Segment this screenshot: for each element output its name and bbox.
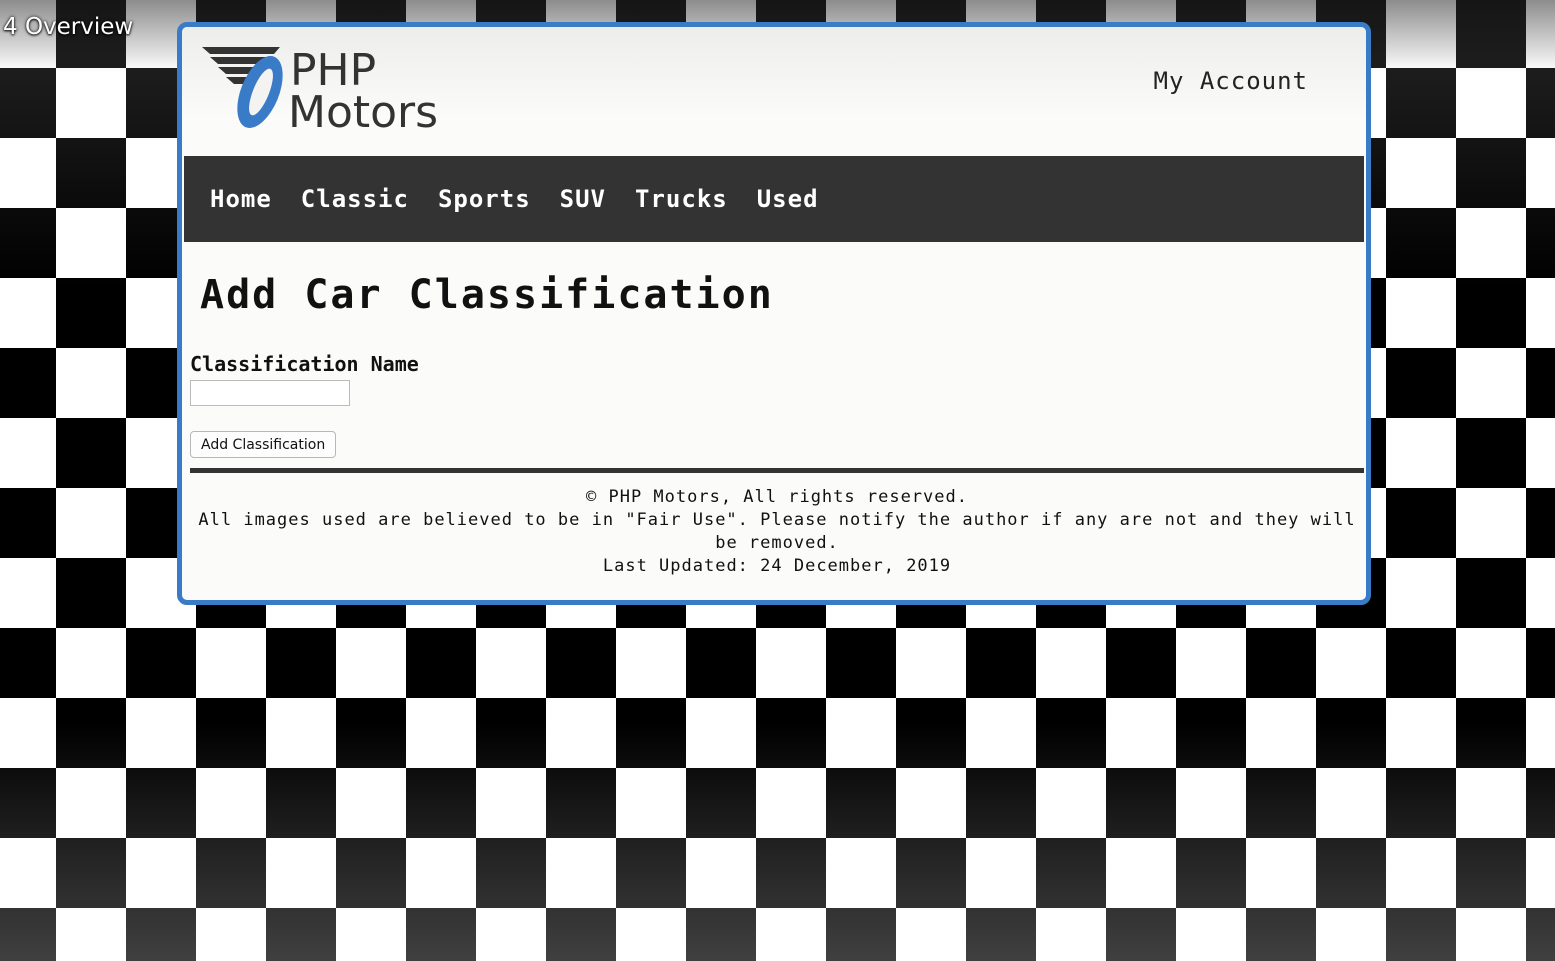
svg-text:Motors: Motors (288, 87, 438, 133)
site-header: PHP Motors My Account (182, 27, 1366, 156)
my-account-link[interactable]: My Account (1154, 67, 1309, 95)
nav-item-used[interactable]: Used (757, 185, 819, 213)
site-footer: © PHP Motors, All rights reserved. All i… (190, 486, 1364, 578)
last-updated-text: Last Updated: 24 December, 2019 (602, 556, 952, 576)
main-nav: Home Classic Sports SUV Trucks Used (184, 156, 1364, 242)
nav-item-trucks[interactable]: Trucks (635, 185, 728, 213)
classification-name-label: Classification Name (190, 352, 419, 376)
fair-use-notice: All images used are believed to be in "F… (198, 510, 1356, 553)
page-title: Add Car Classification (200, 272, 774, 318)
nav-item-classic[interactable]: Classic (301, 185, 409, 213)
nav-item-sports[interactable]: Sports (438, 185, 531, 213)
site-window: PHP Motors My Account Home Classic Sport… (177, 22, 1371, 605)
nav-item-home[interactable]: Home (210, 185, 272, 213)
video-title: 4 Overview (3, 14, 134, 40)
nav-item-suv[interactable]: SUV (560, 185, 606, 213)
classification-name-input[interactable] (190, 380, 350, 406)
add-classification-button[interactable]: Add Classification (190, 431, 337, 458)
footer-divider (190, 468, 1364, 473)
php-motors-logo[interactable]: PHP Motors (200, 43, 470, 133)
copyright-text: © PHP Motors, All rights reserved. (586, 487, 968, 507)
